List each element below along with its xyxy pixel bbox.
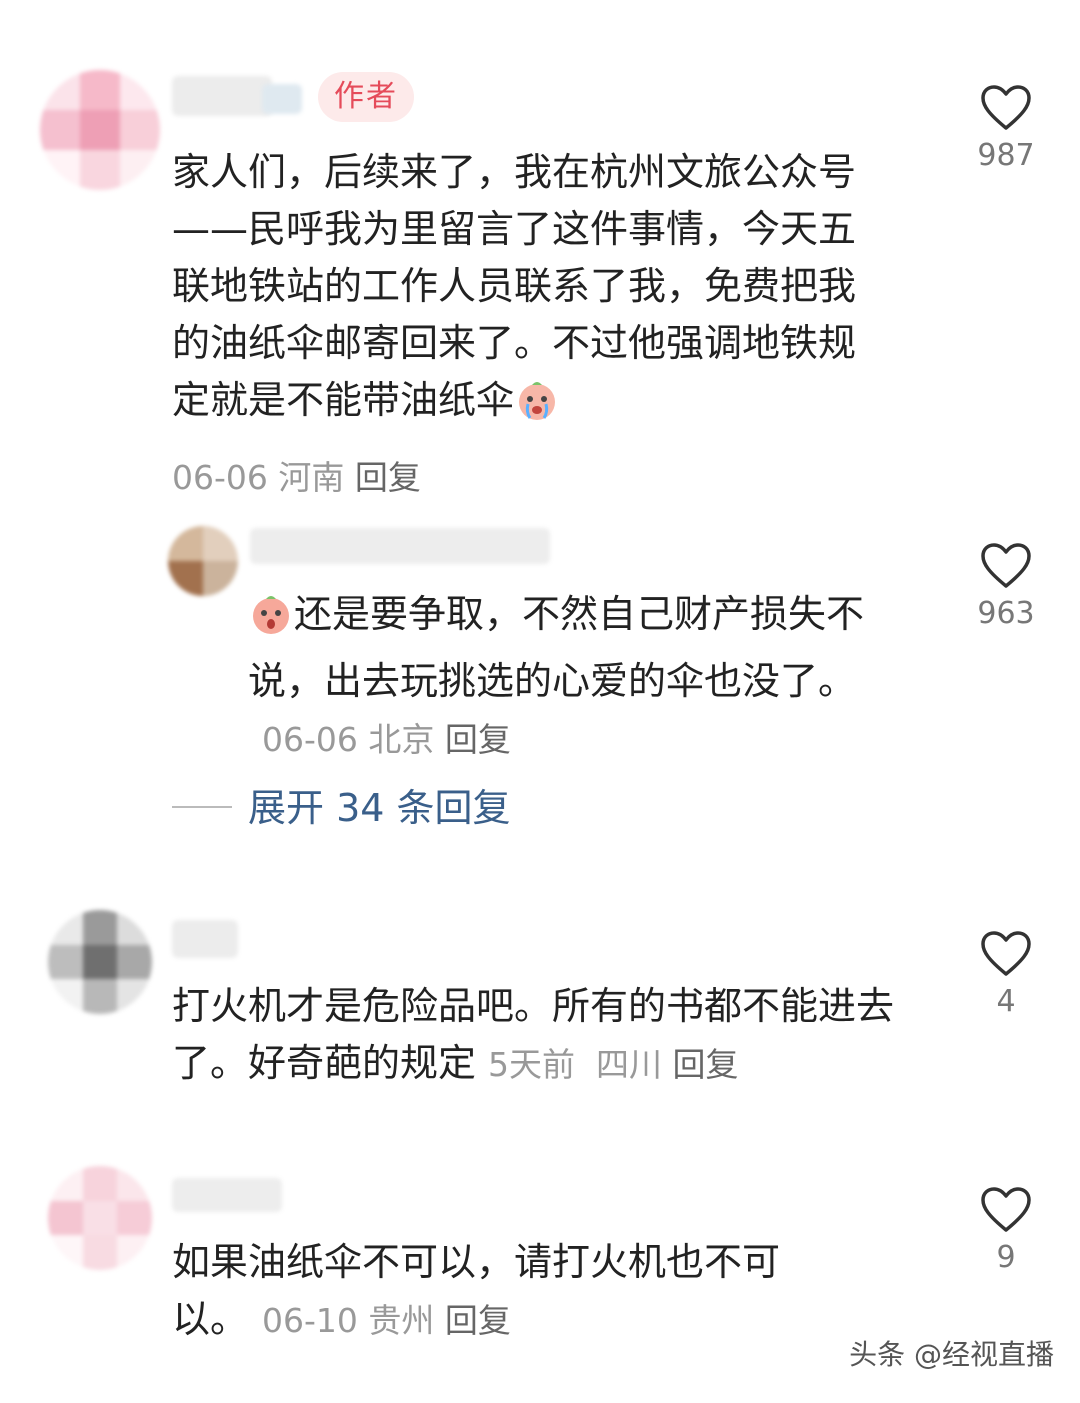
avatar[interactable]: [48, 1166, 152, 1270]
like-count: 987: [977, 138, 1035, 173]
shocked-peach-emoji: [248, 591, 294, 653]
crying-peach-emoji: [514, 377, 560, 439]
like-count: 963: [977, 596, 1035, 631]
comment-text: 打火机才是危险品吧。所有的书都不能进去了。好奇葩的规定 5天前 四川 回复: [172, 984, 895, 1085]
comment-text: 如果油纸伞不可以，请打火机也不可以。 06-10 贵州 回复: [172, 1240, 781, 1341]
comment-date: 06-06: [262, 720, 358, 759]
comment-body[interactable]: 还是要争取，不然自己财产损失不说，出去玩挑选的心爱的伞也没了。06-06 北京 …: [248, 586, 898, 768]
username-blurred[interactable]: [250, 528, 550, 564]
expand-divider: [172, 806, 232, 808]
comment-body[interactable]: 如果油纸伞不可以，请打火机也不可以。 06-10 贵州 回复: [172, 1234, 852, 1349]
like-button[interactable]: 963: [976, 542, 1036, 631]
comment-location: 北京: [368, 720, 435, 759]
like-count: 4: [996, 984, 1016, 1019]
avatar[interactable]: [40, 70, 160, 190]
comment-body[interactable]: 家人们，后续来了，我在杭州文旅公众号——民呼我为里留言了这件事情，今天五联地铁站…: [172, 144, 892, 499]
comment-date: 5天前: [488, 1045, 576, 1084]
username-blurred[interactable]: [172, 1178, 282, 1212]
username-blurred[interactable]: [172, 76, 272, 116]
reply-button[interactable]: 回复: [355, 458, 421, 497]
reply-button[interactable]: 回复: [445, 720, 511, 759]
reply-button[interactable]: 回复: [445, 1301, 511, 1340]
comment-location: 河南: [278, 458, 345, 497]
like-button[interactable]: 987: [976, 84, 1036, 173]
username-blurred[interactable]: [172, 920, 238, 958]
username-blurred: [262, 84, 302, 114]
heart-icon: [981, 931, 1031, 976]
comment-body[interactable]: 打火机才是危险品吧。所有的书都不能进去了。好奇葩的规定 5天前 四川 回复: [172, 978, 902, 1093]
avatar[interactable]: [168, 526, 238, 596]
like-count: 9: [996, 1240, 1016, 1275]
heart-icon: [981, 1187, 1031, 1232]
like-button[interactable]: 9: [976, 1186, 1036, 1275]
avatar[interactable]: [48, 910, 152, 1014]
comment-location: 四川: [596, 1045, 662, 1084]
watermark: 头条 @经视直播: [849, 1338, 1054, 1371]
comment-text: 还是要争取，不然自己财产损失不说，出去玩挑选的心爱的伞也没了。06-06 北京 …: [248, 591, 865, 759]
comment-date: 06-10: [262, 1301, 358, 1340]
author-badge: 作者: [318, 72, 414, 122]
heart-icon: [981, 543, 1031, 588]
reply-button[interactable]: 回复: [673, 1045, 739, 1084]
like-button[interactable]: 4: [976, 930, 1036, 1019]
comment-date: 06-06: [172, 458, 268, 497]
comment-meta: 06-06 河南 回复: [172, 451, 892, 499]
expand-replies-button[interactable]: 展开 34 条回复: [248, 780, 511, 836]
comment-text: 家人们，后续来了，我在杭州文旅公众号——民呼我为里留言了这件事情，今天五联地铁站…: [172, 144, 892, 439]
heart-icon: [981, 85, 1031, 130]
comment-location: 贵州: [368, 1301, 435, 1340]
